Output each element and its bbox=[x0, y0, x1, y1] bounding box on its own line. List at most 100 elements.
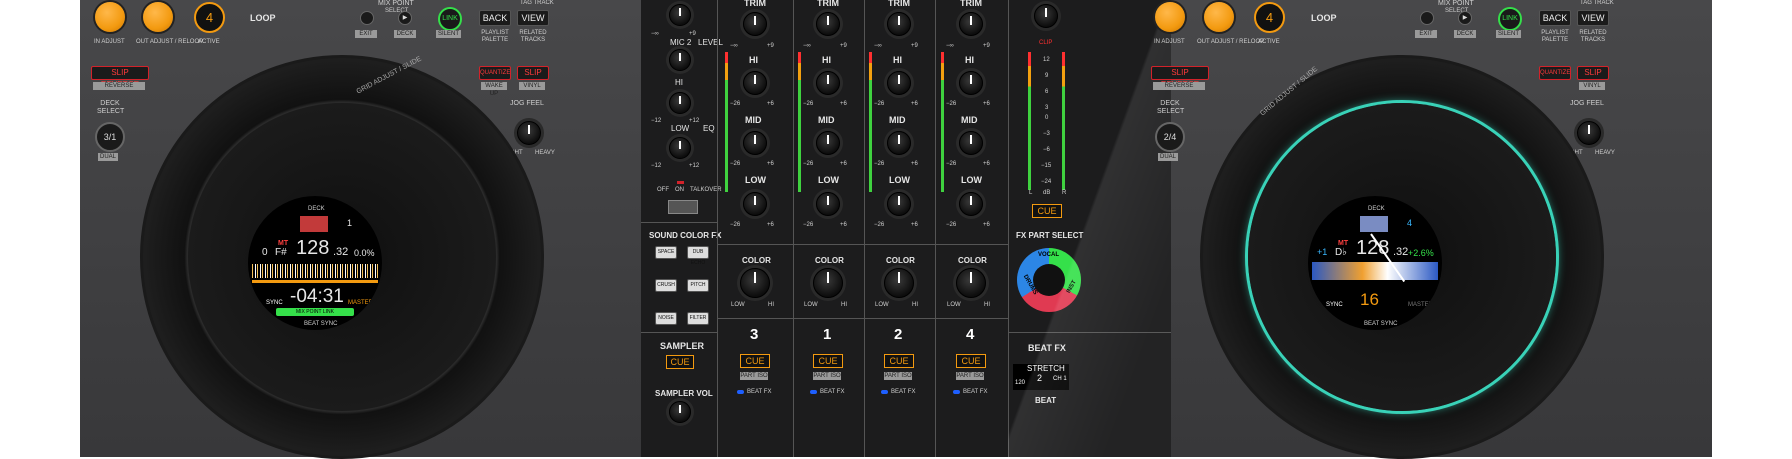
color-knob-ch3[interactable] bbox=[740, 268, 770, 298]
color-knob-ch4[interactable] bbox=[956, 268, 986, 298]
hi-min-ch3: −26 bbox=[730, 101, 741, 107]
mid-knob-ch4[interactable] bbox=[959, 131, 983, 155]
master-level-knob[interactable] bbox=[1034, 4, 1058, 28]
right-mix-point-deck-button[interactable]: ▶ bbox=[1458, 11, 1472, 25]
link-button[interactable]: LINK bbox=[438, 7, 462, 31]
mic-low-knob[interactable] bbox=[669, 137, 691, 159]
color-low-ch1: LOW bbox=[804, 302, 818, 308]
mic2-level-knob[interactable] bbox=[669, 4, 691, 26]
right-view-button[interactable]: VIEW bbox=[1577, 10, 1609, 26]
trim-knob-ch3[interactable] bbox=[743, 12, 767, 36]
right-loop-in-pad[interactable] bbox=[1155, 2, 1185, 32]
mid-knob-ch2[interactable] bbox=[887, 131, 911, 155]
right-screen-key-prefix: +1 bbox=[1317, 247, 1328, 257]
trim-knob-ch2[interactable] bbox=[887, 12, 911, 36]
mic-hi-knob[interactable] bbox=[669, 92, 691, 114]
quantize-button[interactable]: QUANTIZE bbox=[479, 66, 511, 80]
fx-part-select-center[interactable] bbox=[1033, 264, 1065, 296]
cue-button-ch3[interactable]: CUE bbox=[740, 354, 770, 368]
mix-point-label: MIX POINT bbox=[378, 0, 414, 7]
hi-knob-ch3[interactable] bbox=[743, 71, 767, 95]
trim-knob-ch4[interactable] bbox=[959, 12, 983, 36]
mid-label-ch2: MID bbox=[889, 115, 906, 125]
low-knob-ch4[interactable] bbox=[959, 192, 983, 216]
right-slip-reverse-button[interactable]: SLIP REVERSE bbox=[1151, 66, 1209, 89]
color-knob-ch2[interactable] bbox=[884, 268, 914, 298]
right-jog-feel-knob[interactable] bbox=[1577, 121, 1601, 145]
fx-noise-button[interactable]: NOISE bbox=[655, 312, 677, 325]
right-jog-heavy-label: HEAVY bbox=[1595, 150, 1615, 156]
channel-number-2: 2 bbox=[894, 326, 903, 343]
slip-reverse-button[interactable]: SLIP REVERSE bbox=[91, 66, 149, 89]
trim-knob-ch1[interactable] bbox=[816, 12, 840, 36]
hi-label-ch2: HI bbox=[893, 55, 902, 65]
loop-in-pad[interactable] bbox=[95, 2, 125, 32]
master-cue-button[interactable]: CUE bbox=[1032, 204, 1062, 218]
mic-low-label: LOW bbox=[671, 124, 690, 133]
playlist-palette-label: PLAYLIST PALETTE bbox=[481, 30, 509, 43]
loop-4beat-pad[interactable]: 4 bbox=[194, 2, 225, 33]
hi-knob-ch2[interactable] bbox=[887, 71, 911, 95]
low-min-ch2: −26 bbox=[874, 222, 885, 228]
hi-min-ch1: −26 bbox=[803, 101, 814, 107]
sampler-vol-label: SAMPLER VOL bbox=[655, 389, 713, 398]
mic-switch[interactable] bbox=[668, 200, 698, 214]
right-loop-4beat-pad[interactable]: 4 bbox=[1254, 2, 1285, 33]
hi-knob-ch1[interactable] bbox=[816, 71, 840, 95]
beat-fx-ch3: BEAT FX bbox=[747, 389, 772, 395]
deck-select-button[interactable]: 3/1 bbox=[95, 122, 125, 152]
mic-hi-minus12: −12 bbox=[651, 118, 662, 124]
right-quantize-button[interactable]: QUANTIZE bbox=[1539, 66, 1571, 80]
low-min-ch1: −26 bbox=[803, 222, 814, 228]
fx-part-select-label: FX PART SELECT bbox=[1016, 231, 1084, 240]
part-iso-ch3: PART ISO bbox=[740, 372, 768, 380]
right-mix-point-exit-button[interactable] bbox=[1420, 11, 1434, 25]
color-hi-ch4: HI bbox=[984, 302, 990, 308]
fx-space-button[interactable]: SPACE bbox=[655, 246, 677, 259]
screen-bpm-decimal: .32 bbox=[333, 246, 349, 258]
mid-knob-ch3[interactable] bbox=[743, 131, 767, 155]
mid-knob-ch1[interactable] bbox=[816, 131, 840, 155]
cue-button-ch2[interactable]: CUE bbox=[884, 354, 914, 368]
fx-filter-button[interactable]: FILTER bbox=[687, 312, 709, 325]
beat-fx-led-ch1 bbox=[810, 390, 817, 394]
fx-crush-button[interactable]: CRUSH bbox=[655, 279, 677, 292]
hi-label-ch4: HI bbox=[965, 55, 974, 65]
fx-dub-echo-button[interactable]: DUB ECHO bbox=[687, 246, 709, 266]
fx-pitch-button[interactable]: PITCH bbox=[687, 279, 709, 292]
low-knob-ch2[interactable] bbox=[887, 192, 911, 216]
right-playlist-palette-label: PLAYLIST PALETTE bbox=[1541, 30, 1569, 43]
grid-adjust-label: GRID ADJUST / SLIDE bbox=[355, 55, 423, 96]
color-low-ch2: LOW bbox=[875, 302, 889, 308]
right-deck-select-button[interactable]: 2/4 bbox=[1155, 122, 1185, 152]
cue-button-ch1[interactable]: CUE bbox=[813, 354, 843, 368]
hi-knob-ch4[interactable] bbox=[959, 71, 983, 95]
fx-part-select-ring[interactable]: VOCAL DRUMS INST bbox=[1017, 248, 1081, 312]
jog-feel-knob[interactable] bbox=[517, 121, 541, 145]
meter-scale-0: 0 bbox=[1045, 115, 1049, 121]
color-knob-ch1[interactable] bbox=[813, 268, 843, 298]
sampler-cue-button[interactable]: CUE bbox=[666, 355, 694, 369]
back-button[interactable]: BACK bbox=[479, 10, 511, 26]
cue-button-ch4[interactable]: CUE bbox=[956, 354, 986, 368]
mic-level-knob[interactable] bbox=[669, 49, 691, 71]
right-loop-out-pad[interactable] bbox=[1204, 2, 1234, 32]
right-screen-pitch: +2.6% bbox=[1408, 248, 1434, 258]
right-back-button[interactable]: BACK bbox=[1539, 10, 1571, 26]
right-vinyl-label: VINYL bbox=[1579, 82, 1605, 90]
mix-point-deck-button[interactable]: ▶ bbox=[398, 11, 412, 25]
view-button[interactable]: VIEW bbox=[517, 10, 549, 26]
low-label-ch1: LOW bbox=[818, 175, 839, 185]
jog-feel-label: JOG FEEL bbox=[510, 100, 544, 107]
beat-fx-led-ch3 bbox=[737, 390, 744, 394]
right-slip-button[interactable]: SLIP bbox=[1577, 66, 1609, 80]
low-knob-ch1[interactable] bbox=[816, 192, 840, 216]
sampler-vol-knob[interactable] bbox=[669, 401, 691, 423]
loop-out-pad[interactable] bbox=[143, 2, 173, 32]
right-artwork-thumbnail bbox=[1360, 216, 1388, 232]
right-link-button[interactable]: LINK bbox=[1498, 7, 1522, 31]
mix-point-exit-button[interactable] bbox=[360, 11, 374, 25]
low-knob-ch3[interactable] bbox=[743, 192, 767, 216]
mid-min-ch3: −26 bbox=[730, 161, 741, 167]
slip-button[interactable]: SLIP bbox=[517, 66, 549, 80]
